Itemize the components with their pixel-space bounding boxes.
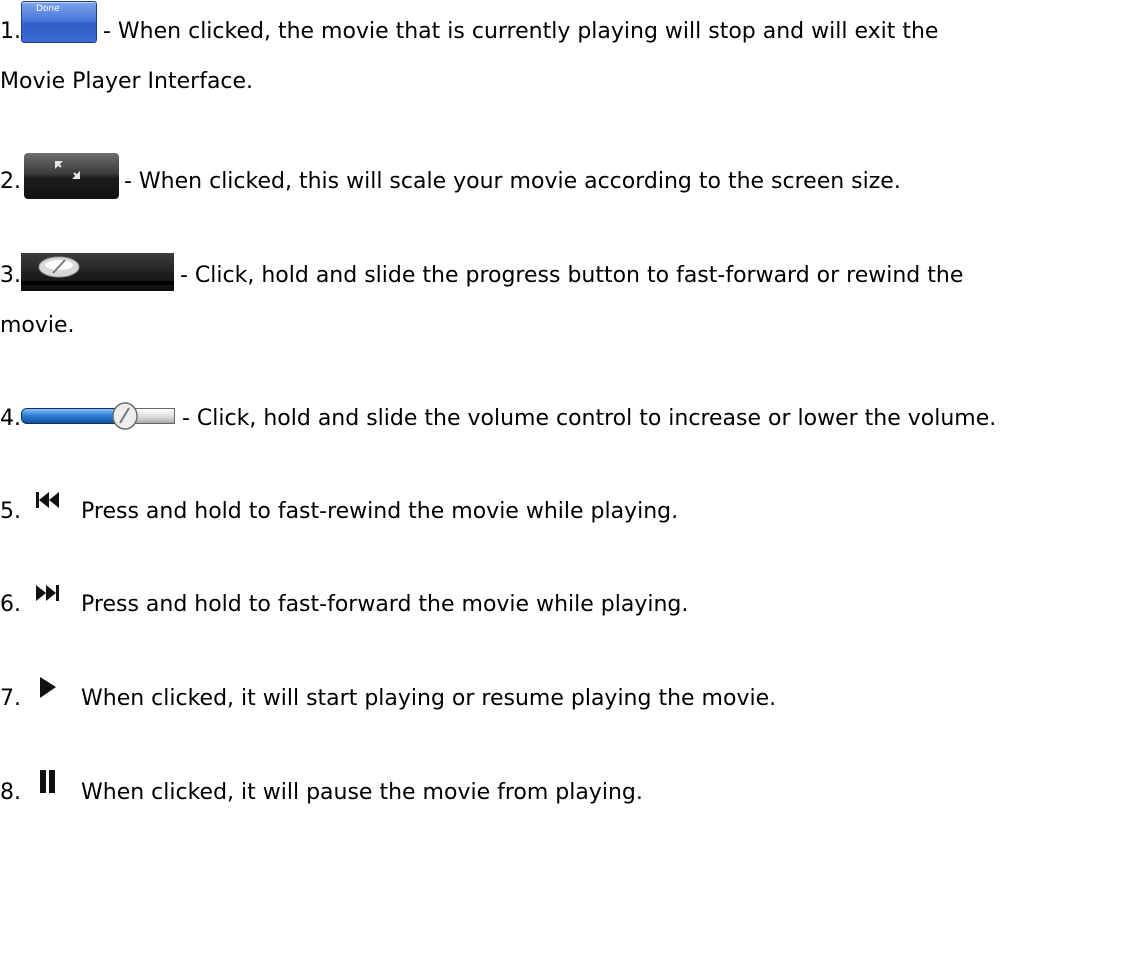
item-description: - When clicked, the movie that is curren… — [103, 19, 939, 44]
list-item-line: movie. — [0, 311, 75, 341]
list-item-line: 2. - When clicked, this will scale your … — [0, 153, 901, 199]
item-number: 8. — [0, 780, 21, 805]
volume-slider-icon — [21, 402, 175, 430]
list-item-line: 4. - Click, hold and slide the volume co… — [0, 402, 997, 434]
item-description-continued: Movie Player Interface. — [0, 69, 254, 94]
item-number: 2. — [0, 169, 21, 194]
item-number: 5. — [0, 499, 21, 524]
item-number: 4. — [0, 406, 21, 431]
list-item-line: 6. Press and hold to fast-forward the mo… — [0, 585, 689, 620]
list-item-line: Movie Player Interface. — [0, 67, 253, 97]
list-item-line: 8. When clicked, it will pause the movie… — [0, 770, 643, 808]
list-item-line: 7. When clicked, it will start playing o… — [0, 677, 777, 714]
item-number: 6. — [0, 592, 21, 617]
done-button-icon: Done — [21, 1, 97, 43]
item-description: - When clicked, this will scale your mov… — [124, 169, 901, 194]
item-number: 1. — [0, 19, 21, 44]
list-item-line: 1. Done - When clicked, the movie that is … — [0, 1, 939, 47]
scale-screen-icon — [24, 153, 119, 199]
play-icon — [35, 676, 61, 700]
progress-slider-icon — [21, 253, 174, 291]
item-description-continued: movie. — [0, 313, 75, 338]
item-description: - Click, hold and slide the progress but… — [180, 263, 964, 288]
item-number: 7. — [0, 686, 21, 711]
done-button-label: Done — [36, 4, 60, 14]
item-description: Press and hold to fast-rewind the movie … — [81, 499, 679, 524]
list-item-line: 3. - Click, hold and slide the progress … — [0, 253, 964, 291]
item-description: Press and hold to fast-forward the movie… — [81, 592, 689, 617]
item-description: When clicked, it will pause the movie fr… — [81, 780, 643, 805]
item-number: 3. — [0, 263, 21, 288]
item-description: When clicked, it will start playing or r… — [81, 686, 777, 711]
fast-forward-icon — [35, 582, 61, 606]
pause-icon — [35, 770, 61, 794]
list-item-line: 5. Press and hold to fast-rewind the mov… — [0, 492, 679, 527]
fast-rewind-icon — [35, 489, 61, 513]
item-description: - Click, hold and slide the volume contr… — [182, 406, 997, 431]
